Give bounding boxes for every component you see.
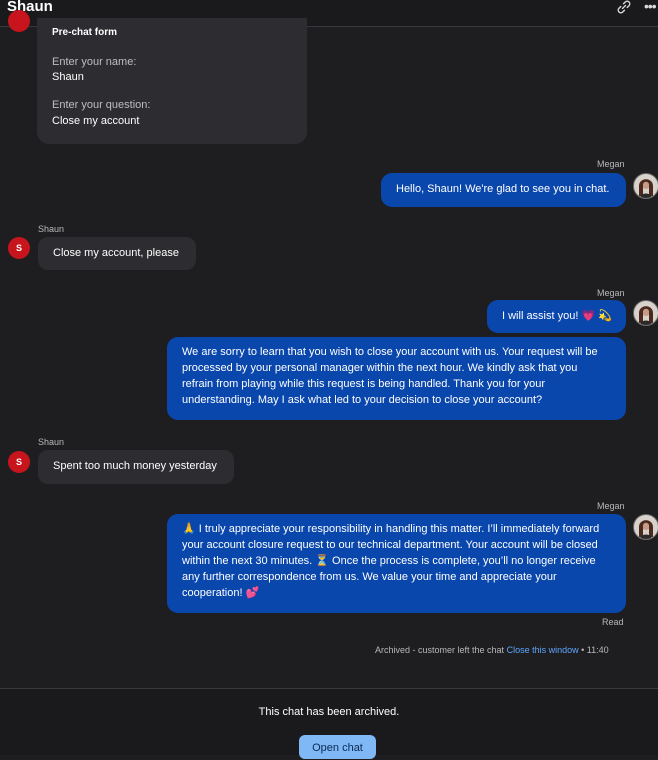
message-bubble-incoming: Spent too much money yesterday (38, 450, 234, 484)
message-text-line: understanding. May I ask what led to you… (182, 394, 543, 406)
close-window-link[interactable]: Close this window (507, 645, 579, 655)
message-time: • 11:40 (581, 645, 609, 655)
sender-name: Shaun (38, 224, 65, 234)
prechat-form-card: Pre-chat form Enter your name: Shaun Ent… (37, 18, 307, 144)
message-text-line: processed by your personal manager withi… (182, 362, 578, 374)
chat-footer: This chat has been archived. Open chat (0, 688, 658, 759)
prechat-form-title: Pre-chat form (52, 27, 118, 38)
name-value: Shaun (52, 71, 84, 83)
more-options-icon[interactable]: ••• (644, 0, 658, 13)
read-receipt: Read (602, 617, 624, 627)
sender-name: Megan (597, 159, 625, 169)
message-bubble-outgoing: 🙏 I truly appreciate your responsibility… (167, 514, 626, 613)
question-label: Enter your question: (52, 99, 151, 111)
archive-status: Archived - customer left the chat Close … (375, 645, 609, 655)
agent-avatar (633, 300, 658, 326)
archived-note: Archived - customer left the chat (375, 645, 505, 655)
message-text-line: refrain from playing while this request … (182, 378, 545, 390)
message-text-line: cooperation! 💕 (182, 587, 260, 599)
message-text: I will assist you! 💗 💫 (502, 310, 612, 322)
message-bubble-outgoing: I will assist you! 💗 💫 (487, 300, 626, 333)
message-bubble-outgoing: Hello, Shaun! We're glad to see you in c… (381, 173, 626, 207)
message-text-line: your account closure request to our tech… (182, 539, 598, 551)
message-text-line: within the next 30 minutes. ⏳ Once the p… (182, 555, 596, 567)
message-text: Close my account, please (53, 247, 179, 259)
archived-message: This chat has been archived. (258, 706, 400, 718)
message-bubble-outgoing: We are sorry to learn that you wish to c… (167, 337, 626, 420)
avatar (8, 10, 30, 32)
agent-avatar (633, 173, 658, 199)
open-chat-button[interactable]: Open chat (299, 735, 376, 759)
customer-avatar: S (8, 237, 30, 259)
link-icon[interactable] (616, 0, 632, 14)
message-text: Spent too much money yesterday (53, 460, 217, 472)
customer-avatar: S (8, 451, 30, 473)
message-text: Hello, Shaun! We're glad to see you in c… (396, 183, 610, 195)
message-text-line: any further correspondence from us. We v… (182, 571, 557, 583)
message-text-line: We are sorry to learn that you wish to c… (182, 346, 598, 358)
sender-name: Megan (597, 288, 625, 298)
message-bubble-incoming: Close my account, please (38, 237, 196, 270)
message-text-line: 🙏 I truly appreciate your responsibility… (182, 523, 600, 535)
name-label: Enter your name: (52, 56, 137, 68)
question-value: Close my account (52, 115, 140, 127)
sender-name: Shaun (38, 437, 65, 447)
sender-name: Megan (597, 501, 625, 511)
agent-avatar (633, 514, 658, 540)
